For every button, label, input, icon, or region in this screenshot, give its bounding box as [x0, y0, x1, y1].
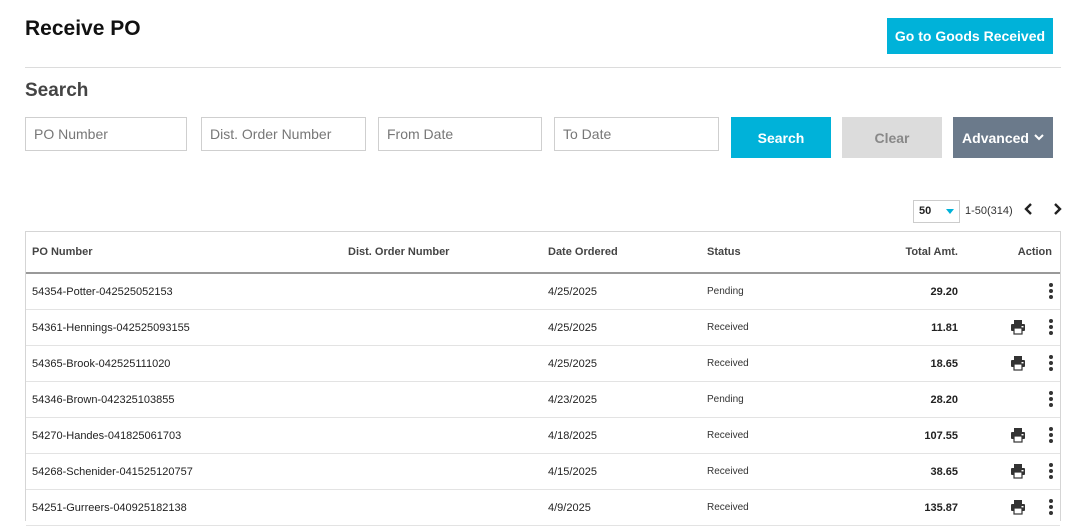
print-icon[interactable]	[1010, 463, 1026, 479]
advanced-button[interactable]: Advanced	[953, 117, 1053, 158]
dist-order-number-input[interactable]	[201, 117, 366, 151]
print-icon[interactable]	[1010, 427, 1026, 443]
header-date-ordered[interactable]: Date Ordered	[548, 232, 618, 272]
chevron-right-icon[interactable]	[1052, 203, 1062, 215]
table-row[interactable]: 54361-Hennings-042525093155 4/25/2025 Rece…	[26, 310, 1060, 346]
total-amount-cell: 38.65	[930, 465, 958, 478]
search-button[interactable]: Search	[731, 117, 831, 158]
status-cell: Pending	[707, 286, 744, 297]
print-icon[interactable]	[1010, 355, 1026, 371]
total-amount-cell: 11.81	[931, 321, 958, 334]
po-number-cell[interactable]: 54251-Gurreers-040925182138	[32, 490, 187, 525]
table-row[interactable]: 54270-Handes-041825061703 4/18/2025 Receiv…	[26, 418, 1060, 454]
total-amount-cell: 29.20	[930, 285, 958, 298]
table-row[interactable]: 54268-Schenider-041525120757 4/15/2025 Rec…	[26, 454, 1060, 490]
search-title: Search	[25, 80, 89, 101]
header-action: Action	[1017, 246, 1052, 258]
status-cell: Received	[707, 466, 749, 477]
po-number-input[interactable]	[25, 117, 187, 151]
po-number-cell[interactable]: 54268-Schenider-041525120757	[32, 454, 193, 489]
more-options-icon[interactable]	[1048, 319, 1054, 336]
date-ordered-cell: 4/15/2025	[548, 465, 597, 478]
po-number-cell[interactable]: 54354-Potter-042525052153	[32, 274, 173, 309]
status-cell: Received	[707, 358, 749, 369]
header-po-number[interactable]: PO Number	[32, 232, 93, 272]
status-cell: Pending	[707, 394, 744, 405]
header-dist-order-number[interactable]: Dist. Order Number	[348, 232, 449, 272]
total-amount-cell: 28.20	[930, 393, 958, 406]
date-ordered-cell: 4/23/2025	[548, 393, 597, 406]
table-row[interactable]: 54365-Brook-042525111020 4/25/2025 Receive…	[26, 346, 1060, 382]
total-amount-cell: 107.55	[924, 429, 958, 442]
header-total-amt[interactable]: Total Amt.	[905, 232, 958, 272]
page-size-value: 50	[919, 205, 932, 217]
total-amount-cell: 18.65	[930, 357, 958, 370]
table-header-row: PO Number Dist. Order Number Date Ordere…	[26, 232, 1060, 274]
table-row[interactable]: 54346-Brown-042325103855 4/23/2025 Pending…	[26, 382, 1060, 418]
page-size-select[interactable]: 50	[913, 199, 960, 223]
date-ordered-cell: 4/18/2025	[548, 429, 597, 442]
chevron-down-icon	[1034, 134, 1044, 141]
table-row[interactable]: 54251-Gurreers-040925182138 4/9/2025 Recei…	[26, 490, 1060, 526]
more-options-icon[interactable]	[1048, 283, 1054, 300]
dropdown-caret-icon	[946, 208, 954, 214]
po-number-cell[interactable]: 54365-Brook-042525111020	[32, 346, 170, 381]
from-date-input[interactable]	[378, 117, 542, 151]
header-divider	[25, 67, 1061, 68]
date-ordered-cell: 4/25/2025	[548, 285, 597, 298]
po-number-cell[interactable]: 54361-Hennings-042525093155	[32, 310, 190, 345]
status-cell: Received	[707, 322, 749, 333]
advanced-label: Advanced	[962, 129, 1029, 146]
header-status[interactable]: Status	[707, 232, 741, 272]
status-cell: Received	[707, 430, 749, 441]
date-ordered-cell: 4/9/2025	[548, 501, 591, 514]
more-options-icon[interactable]	[1048, 391, 1054, 408]
table-row[interactable]: 54354-Potter-042525052153 4/25/2025 Pendin…	[26, 274, 1060, 310]
page-range: 1-50(314)	[965, 205, 1013, 217]
po-number-cell[interactable]: 54270-Handes-041825061703	[32, 418, 181, 453]
status-cell: Received	[707, 502, 749, 513]
chevron-left-icon[interactable]	[1024, 203, 1034, 215]
pagination: 50 1-50(314)	[913, 199, 1013, 223]
po-table: PO Number Dist. Order Number Date Ordere…	[25, 231, 1061, 526]
more-options-icon[interactable]	[1048, 355, 1054, 372]
go-to-goods-received-button[interactable]: Go to Goods Received	[887, 18, 1053, 54]
clear-button[interactable]: Clear	[842, 117, 942, 158]
po-number-cell[interactable]: 54346-Brown-042325103855	[32, 382, 175, 417]
more-options-icon[interactable]	[1048, 499, 1054, 516]
to-date-input[interactable]	[554, 117, 719, 151]
date-ordered-cell: 4/25/2025	[548, 321, 597, 334]
page-title: Receive PO	[25, 17, 141, 40]
more-options-icon[interactable]	[1048, 427, 1054, 444]
more-options-icon[interactable]	[1048, 463, 1054, 480]
print-icon[interactable]	[1010, 499, 1026, 515]
print-icon[interactable]	[1010, 319, 1026, 335]
total-amount-cell: 135.87	[924, 501, 958, 514]
date-ordered-cell: 4/25/2025	[548, 357, 597, 370]
